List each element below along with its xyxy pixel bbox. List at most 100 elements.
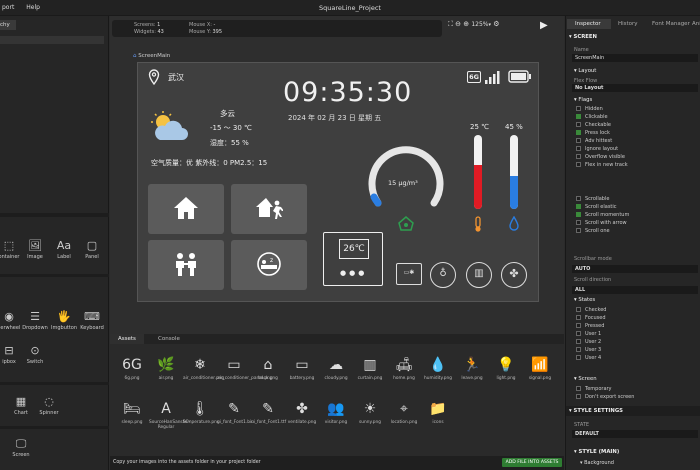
- checkbox[interactable]: [576, 122, 581, 127]
- asset-item[interactable]: ❄ air_conditioner.png: [183, 354, 224, 394]
- collapse-icon[interactable]: ▾: [574, 97, 577, 103]
- asset-item[interactable]: ⌖ location.png: [387, 398, 421, 438]
- widget-rollerwheel[interactable]: ◉llerwheel: [0, 309, 22, 331]
- flag-row[interactable]: Clickable: [576, 114, 628, 122]
- asset-item[interactable]: A SourceHanSansSC-Regular: [149, 398, 190, 438]
- tab-anim[interactable]: Anim: [692, 21, 700, 31]
- widget-label[interactable]: Aa Label: [51, 238, 77, 260]
- flag-row[interactable]: Scrollable: [576, 196, 629, 204]
- tile-sleep[interactable]: z: [231, 240, 307, 290]
- checkbox[interactable]: [576, 307, 581, 312]
- collapse-icon[interactable]: ▾: [580, 460, 583, 466]
- asset-item[interactable]: ▭ air_conditioner_panel.png: [217, 354, 273, 394]
- fan-icon[interactable]: ✤: [501, 262, 527, 288]
- flag-row[interactable]: Checkable: [576, 122, 628, 130]
- flag-row[interactable]: User 1: [576, 331, 606, 339]
- flag-row[interactable]: User 4: [576, 355, 606, 363]
- flag-row[interactable]: Pressed: [576, 323, 606, 331]
- tile-visitor[interactable]: [148, 240, 224, 290]
- asset-item[interactable]: 🌡 temperature.png: [183, 398, 220, 438]
- widget-image[interactable]: 🖼 Image: [22, 238, 48, 260]
- collapse-icon[interactable]: ▾: [574, 449, 577, 455]
- widget-chart[interactable]: ▦ Chart: [8, 394, 34, 416]
- tab-console[interactable]: Console: [150, 334, 188, 344]
- tile-home[interactable]: [148, 184, 224, 234]
- collapse-icon[interactable]: ▾: [569, 408, 572, 414]
- settings-icon[interactable]: ⚙: [493, 20, 499, 28]
- add-file-button[interactable]: ADD FILE INTO ASSETS: [502, 458, 562, 467]
- asset-item[interactable]: 💡 light.png: [489, 354, 523, 394]
- collapse-icon[interactable]: ▾: [574, 297, 577, 303]
- widget-panel[interactable]: ▢ Panel: [79, 238, 105, 260]
- widget-spinner[interactable]: ◌ Spinner: [36, 394, 62, 416]
- scroll-direction-select[interactable]: ALL: [572, 286, 698, 294]
- air-conditioner-icon[interactable]: ▭✱: [396, 263, 422, 285]
- flag-row[interactable]: Flex in new track: [576, 162, 628, 170]
- asset-item[interactable]: 🛏 sleep.png: [115, 398, 149, 438]
- checkbox[interactable]: [576, 138, 581, 143]
- collapse-icon[interactable]: ▾: [574, 68, 577, 74]
- screen-main[interactable]: 武汉 09:35:30 2024 年 02 月 23 日 星期 五 6G 多云 …: [137, 62, 539, 302]
- asset-item[interactable]: 🌿 air.png: [149, 354, 183, 394]
- thermostat-panel[interactable]: 26℃ ●●●: [323, 232, 383, 286]
- asset-item[interactable]: 🏃 leave.png: [455, 354, 489, 394]
- checkbox[interactable]: [576, 331, 581, 336]
- flag-row[interactable]: Temporary: [576, 386, 634, 394]
- flag-row[interactable]: User 3: [576, 347, 606, 355]
- curtain-icon[interactable]: ▥: [466, 262, 492, 288]
- flag-row[interactable]: Scroll momentum: [576, 212, 629, 220]
- widget-switch[interactable]: ⊙ Switch: [22, 343, 48, 365]
- widget-container[interactable]: ⬚ ontainer: [0, 238, 22, 260]
- asset-item[interactable]: 🛋 home.png: [387, 354, 421, 394]
- asset-item[interactable]: ✤ ventilate.png: [285, 398, 319, 438]
- checkbox[interactable]: [576, 130, 581, 135]
- flag-row[interactable]: Press lock: [576, 130, 628, 138]
- widget-imgbutton[interactable]: 🖐 Imgbutton: [51, 309, 77, 331]
- checkbox[interactable]: [576, 154, 581, 159]
- checkbox[interactable]: [576, 146, 581, 151]
- widget-dropdown[interactable]: ☰ Dropdown: [22, 309, 48, 331]
- checkbox[interactable]: [576, 212, 581, 217]
- asset-item[interactable]: ✎ ui_font_Font1.ttf: [251, 398, 286, 438]
- flag-row[interactable]: Adv hittest: [576, 138, 628, 146]
- flex-flow-select[interactable]: No Layout: [572, 84, 698, 92]
- zoom-out-icon[interactable]: ⊖: [455, 20, 461, 28]
- scrollbar-mode-select[interactable]: AUTO: [572, 265, 698, 273]
- zoom-in-icon[interactable]: ⊕: [463, 20, 469, 28]
- asset-item[interactable]: 6G 6g.png: [115, 354, 149, 394]
- state-select[interactable]: DEFAULT: [572, 430, 698, 438]
- chevron-down-icon[interactable]: ▾: [489, 22, 492, 28]
- name-field[interactable]: ScreenMain: [572, 54, 698, 62]
- checkbox[interactable]: [576, 394, 581, 399]
- flag-row[interactable]: Scroll with arrow: [576, 220, 629, 228]
- checkbox[interactable]: [576, 386, 581, 391]
- checkbox[interactable]: [576, 323, 581, 328]
- tab-assets[interactable]: Assets: [110, 334, 144, 344]
- widget-spinbox[interactable]: ⊟ ipbox: [0, 343, 22, 365]
- checkbox[interactable]: [576, 196, 581, 201]
- asset-item[interactable]: ☀ sunny.png: [353, 398, 387, 438]
- tab-hierarchy[interactable]: chy: [0, 20, 16, 30]
- fit-icon[interactable]: ⛶: [448, 20, 453, 28]
- play-icon[interactable]: ▶: [540, 20, 548, 31]
- flag-row[interactable]: Ignore layout: [576, 146, 628, 154]
- asset-item[interactable]: ▭ battery.png: [285, 354, 319, 394]
- checkbox[interactable]: [576, 114, 581, 119]
- checkbox[interactable]: [576, 315, 581, 320]
- asset-item[interactable]: 💧 humidity.png: [421, 354, 455, 394]
- flag-row[interactable]: Overflow visible: [576, 154, 628, 162]
- flag-row[interactable]: Scroll elastic: [576, 204, 629, 212]
- checkbox[interactable]: [576, 347, 581, 352]
- checkbox[interactable]: [576, 204, 581, 209]
- checkbox[interactable]: [576, 220, 581, 225]
- asset-item[interactable]: ☁ cloudy.png: [319, 354, 353, 394]
- widget-screen[interactable]: 🖵 Screen: [8, 436, 34, 458]
- tab-history[interactable]: History: [618, 21, 638, 31]
- checkbox[interactable]: [576, 355, 581, 360]
- asset-item[interactable]: 📶 signal.png: [523, 354, 557, 394]
- hierarchy-root-row[interactable]: [0, 36, 104, 44]
- flag-row[interactable]: Focused: [576, 315, 606, 323]
- tile-leave[interactable]: [231, 184, 307, 234]
- light-icon[interactable]: ♁: [430, 262, 456, 288]
- collapse-icon[interactable]: ▾: [569, 34, 572, 40]
